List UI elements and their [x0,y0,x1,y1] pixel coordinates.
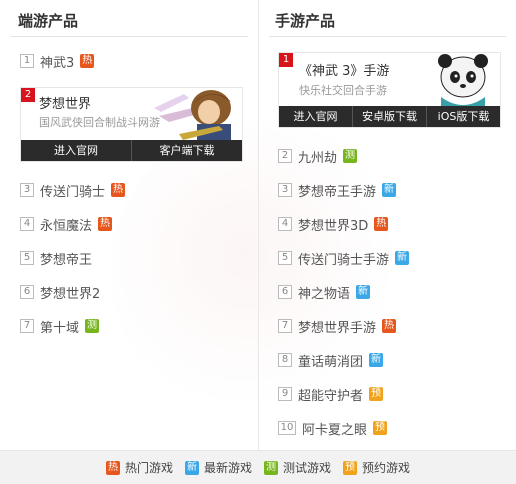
game-name[interactable]: 传送门骑士手游 [298,249,389,268]
game-name[interactable]: 神之物语 [298,283,350,302]
new-badge: 新 [369,353,384,367]
new-badge: 新 [395,251,410,265]
game-name[interactable]: 童话萌消团 [298,351,363,370]
hot-badge: 热 [382,319,397,333]
game-name[interactable]: 梦想世界手游 [298,317,376,336]
list-item[interactable]: 4 梦想世界3D 热 [278,214,389,234]
divider [10,36,248,37]
rank-number: 1 [20,54,34,68]
featured-buttons: 进入官网 安卓版下载 iOS版下载 [279,106,500,127]
rank-number: 7 [20,319,34,333]
hot-badge: 热 [105,460,120,475]
rank-number: 6 [278,285,292,299]
game-name[interactable]: 超能守护者 [298,385,363,404]
rank-number: 3 [278,183,292,197]
reserve-badge: 预 [369,387,384,401]
list-item[interactable]: 1 神武3 热 [20,51,95,71]
game-name[interactable]: 传送门骑士 [40,181,105,200]
list-item[interactable]: 5 梦想帝王 [20,248,98,268]
game-name[interactable]: 梦想帝王 [40,249,92,268]
new-badge: 新 [184,460,199,475]
list-item[interactable]: 8 童话萌消团 新 [278,350,384,370]
list-item[interactable]: 10 阿卡夏之眼 预 [278,418,388,438]
hot-badge: 热 [80,54,95,68]
panda-character-art [438,54,488,109]
mobile-games-title: 手游产品 [275,12,336,30]
game-name[interactable]: 第十域 [40,317,79,336]
rank-number: 9 [278,387,292,401]
rank-number: 3 [20,183,34,197]
rank-number: 6 [20,285,34,299]
list-item[interactable]: 4 永恒魔法 热 [20,214,113,234]
game-name[interactable]: 九州劫 [298,147,337,166]
rank-number: 2 [278,149,292,163]
hot-badge: 热 [98,217,113,231]
list-item[interactable]: 9 超能守护者 预 [278,384,384,404]
rank-number: 4 [20,217,34,231]
list-item[interactable]: 7 梦想世界手游 热 [278,316,397,336]
featured-game-card[interactable]: 2 梦想世界 国风武侠回合制战斗网游 进入官网 客户端下载 [20,87,243,162]
featured-game-subtitle: 快乐社交回合手游 [299,84,387,97]
list-item[interactable]: 2 九州劫 测 [278,146,358,166]
client-download-button[interactable]: 客户端下载 [132,140,242,161]
featured-game-card[interactable]: 1 《神武 3》手游 快乐社交回合手游 进入官网 安卓版下载 iOS版下载 [278,52,501,128]
game-name[interactable]: 梦想世界2 [40,283,100,302]
game-name[interactable]: 梦想帝王手游 [298,181,376,200]
game-name[interactable]: 梦想世界3D [298,215,368,234]
legend-new: 新 最新游戏 [184,459,252,476]
legend-label: 最新游戏 [203,461,252,475]
list-item[interactable]: 6 神之物语 新 [278,282,371,302]
test-badge: 测 [85,319,100,333]
official-site-button[interactable]: 进入官网 [21,140,132,161]
official-site-button[interactable]: 进入官网 [279,106,353,127]
test-badge: 测 [264,460,278,475]
rank-number: 7 [278,319,292,333]
badge-legend: 热 热门游戏 新 最新游戏 测 测试游戏 预 预约游戏 [0,450,516,484]
warrior-character-art [154,90,231,142]
list-item[interactable]: 5 传送门骑士手游 新 [278,248,410,268]
rank-number: 10 [278,421,296,435]
list-item[interactable]: 3 梦想帝王手游 新 [278,180,397,200]
reserve-badge: 预 [343,460,358,475]
new-badge: 新 [356,285,371,299]
rank-number: 2 [21,88,35,102]
game-name[interactable]: 阿卡夏之眼 [302,419,367,438]
rank-number: 8 [278,353,292,367]
game-name[interactable]: 神武3 [40,52,74,71]
legend-label: 测试游戏 [283,461,332,475]
reserve-badge: 预 [373,421,388,435]
legend-hot: 热 热门游戏 [105,459,173,476]
featured-game-title[interactable]: 《神武 3》手游 [299,60,389,79]
list-item[interactable]: 6 梦想世界2 [20,282,106,302]
legend-label: 热门游戏 [124,461,173,475]
rank-number: 1 [279,53,293,67]
pc-games-title: 端游产品 [18,12,79,30]
legend-reserve: 预 预约游戏 [343,459,410,476]
featured-buttons: 进入官网 客户端下载 [21,140,242,161]
test-badge: 测 [343,149,358,163]
rank-number: 5 [20,251,34,265]
hot-badge: 热 [374,217,389,231]
featured-game-title[interactable]: 梦想世界 [39,93,91,112]
featured-game-subtitle: 国风武侠回合制战斗网游 [39,116,160,129]
rank-number: 4 [278,217,292,231]
list-item[interactable]: 3 传送门骑士 热 [20,180,126,200]
ios-download-button[interactable]: iOS版下载 [427,106,500,127]
pc-games-column: 端游产品 1 神武3 热 2 梦想世界 国风武侠回合制战斗网游 进入官网 客户端… [0,0,258,450]
game-name[interactable]: 永恒魔法 [40,215,92,234]
divider [269,36,506,37]
legend-test: 测 测试游戏 [264,459,331,476]
android-download-button[interactable]: 安卓版下载 [353,106,427,127]
list-item[interactable]: 7 第十域 测 [20,316,100,336]
legend-label: 预约游戏 [362,461,411,475]
rank-number: 5 [278,251,292,265]
new-badge: 新 [382,183,397,197]
hot-badge: 热 [111,183,126,197]
